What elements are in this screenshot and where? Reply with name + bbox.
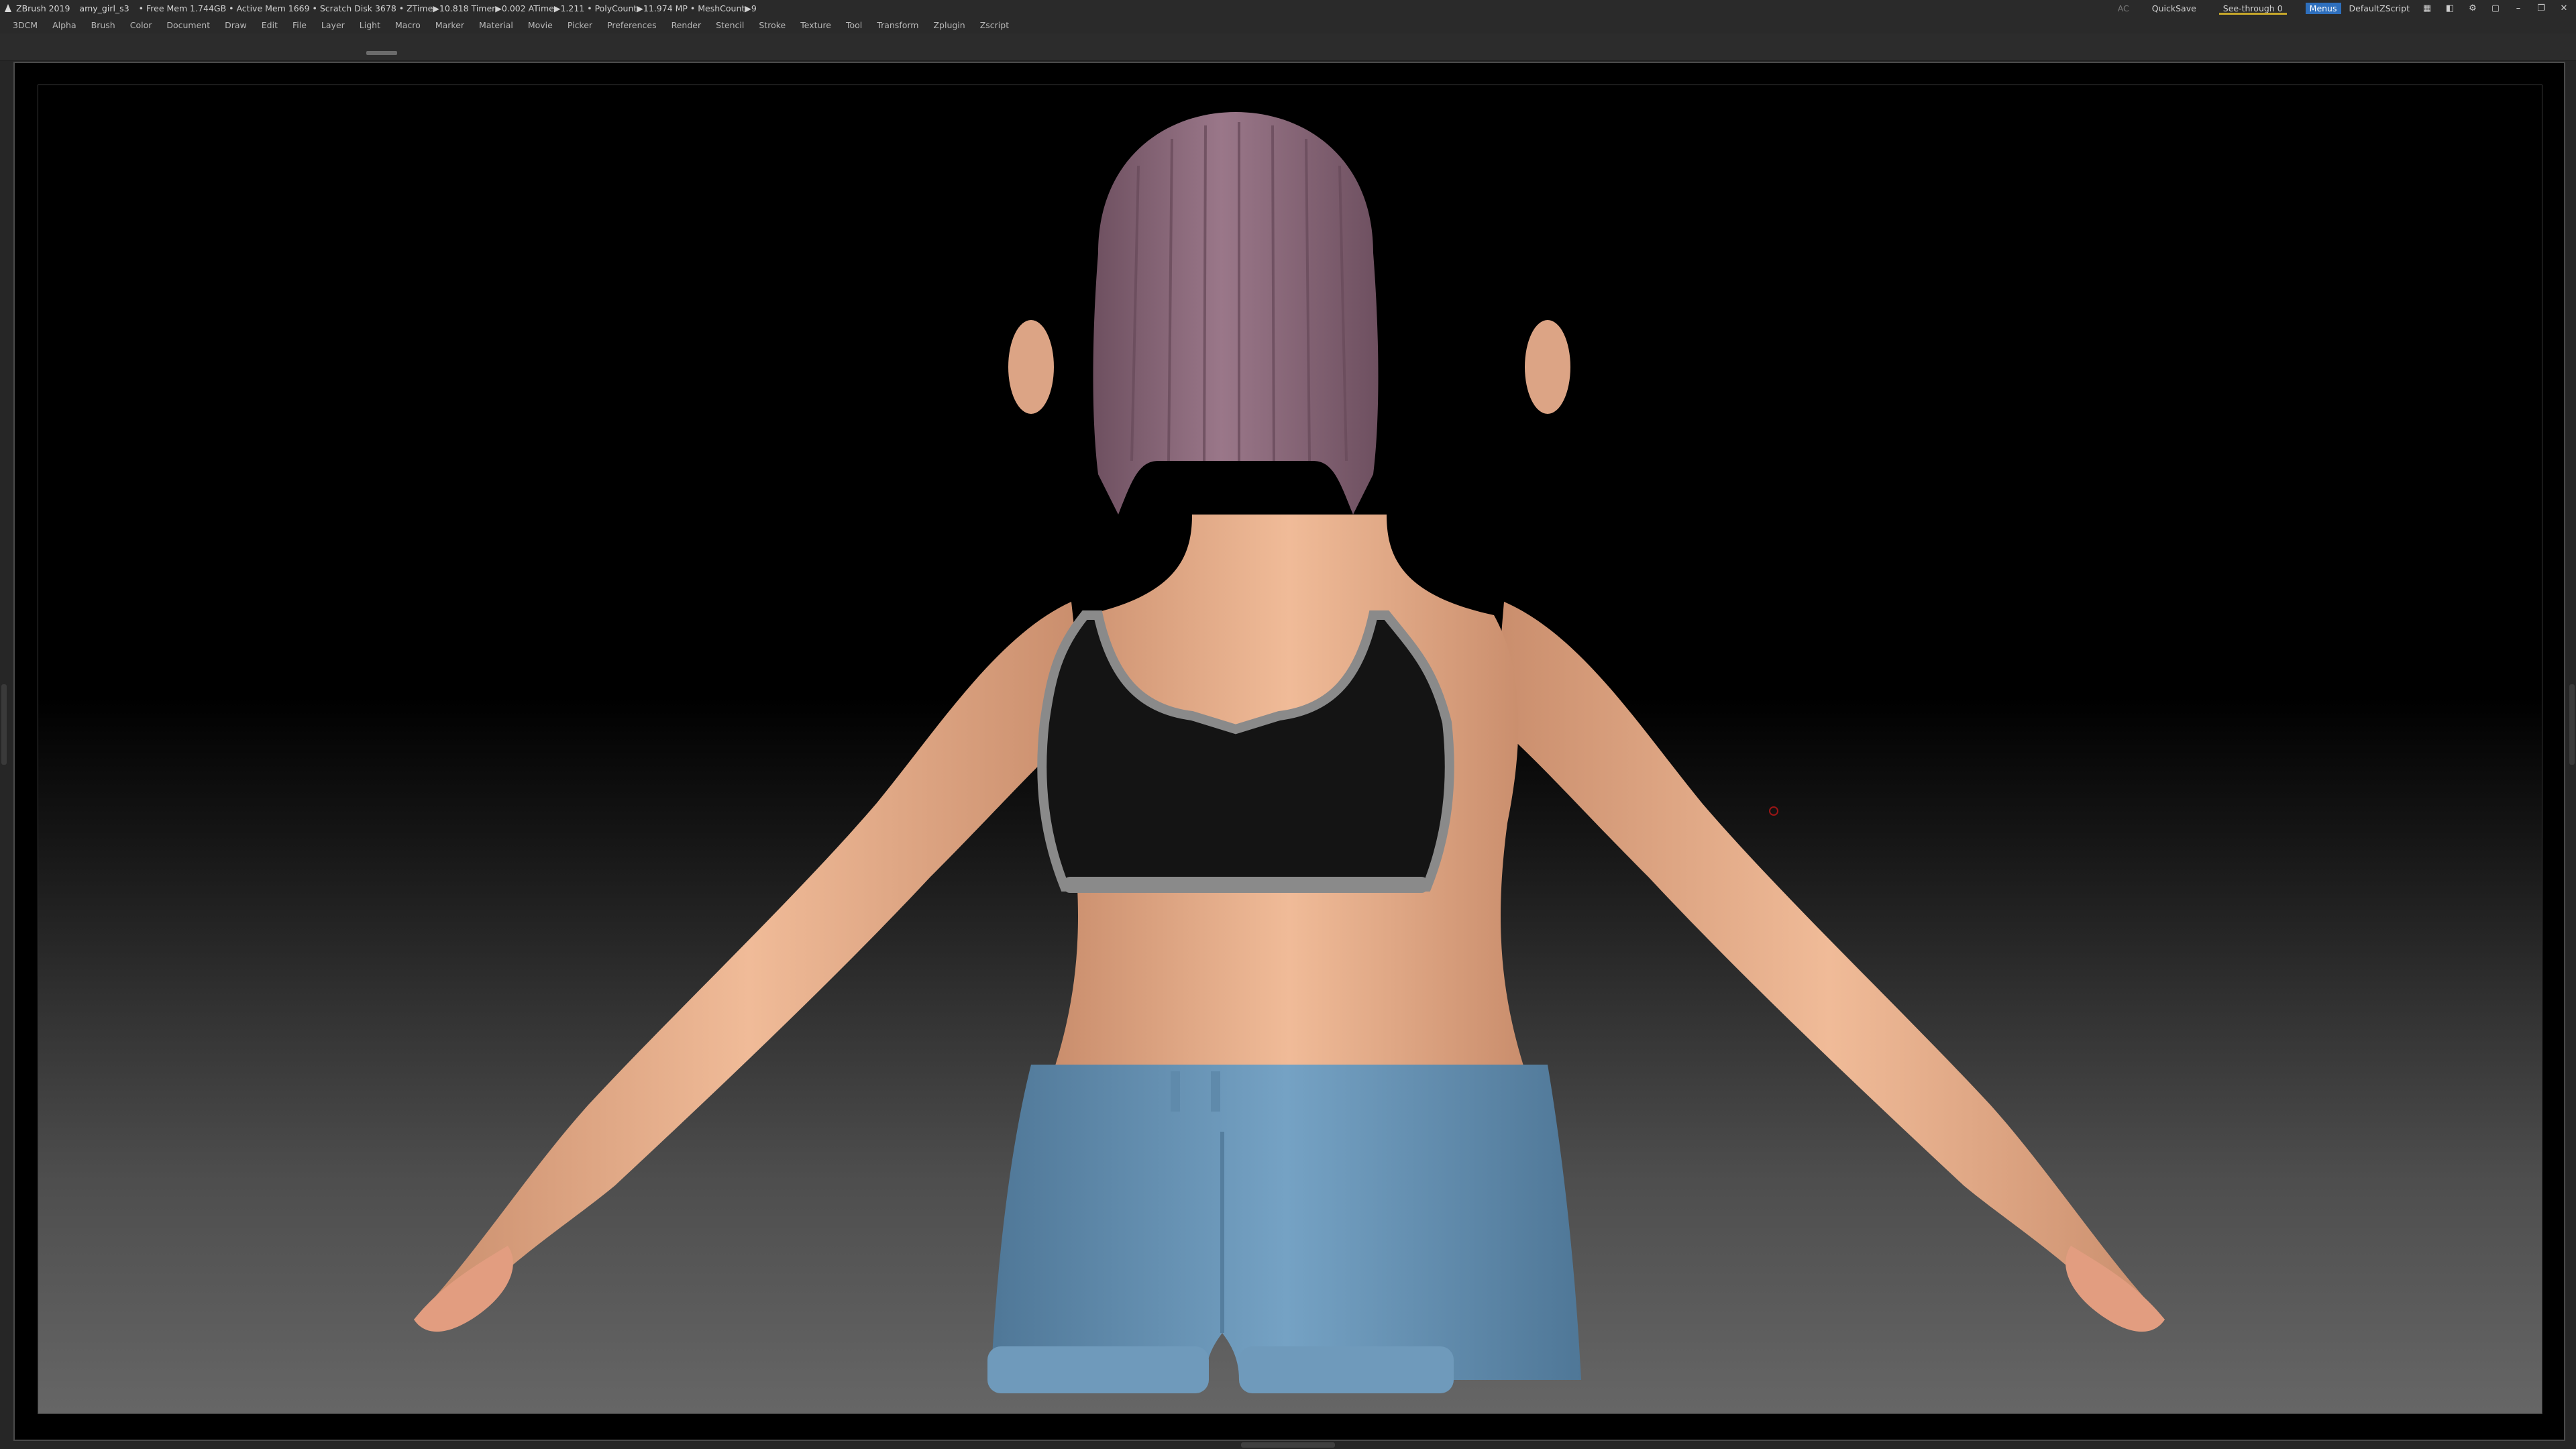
- minimize-icon[interactable]: –: [2513, 3, 2524, 13]
- left-tray-handle[interactable]: [1, 684, 7, 765]
- menu-brush[interactable]: Brush: [84, 20, 123, 30]
- menu-color[interactable]: Color: [123, 20, 160, 30]
- menu-alpha[interactable]: Alpha: [45, 20, 84, 30]
- app-name: ZBrush 2019: [16, 3, 70, 13]
- lock-icon[interactable]: ▢: [2490, 3, 2501, 13]
- viewport[interactable]: [38, 85, 2542, 1414]
- palette-icon[interactable]: ◧: [2445, 3, 2455, 13]
- see-through-slider[interactable]: See-through 0: [2218, 3, 2287, 15]
- right-tray-handle[interactable]: [2569, 684, 2575, 765]
- menu-tool[interactable]: Tool: [839, 20, 869, 30]
- layout-icon[interactable]: ▦: [2422, 3, 2432, 13]
- crop-top-band: [1063, 877, 1428, 893]
- menu-stencil[interactable]: Stencil: [708, 20, 751, 30]
- shelf-grip-handle[interactable]: [366, 51, 397, 55]
- belt-loop-right: [1211, 1071, 1220, 1112]
- menus-button[interactable]: Menus: [2305, 2, 2341, 14]
- ac-label[interactable]: AC: [2118, 3, 2129, 13]
- menu-zscript[interactable]: Zscript: [973, 20, 1016, 30]
- bottom-tray-handle[interactable]: [1241, 1442, 1335, 1448]
- menu-document[interactable]: Document: [159, 20, 217, 30]
- menu-layer[interactable]: Layer: [314, 20, 352, 30]
- quicksave-button[interactable]: QuickSave: [2152, 3, 2196, 13]
- menu-edit[interactable]: Edit: [254, 20, 285, 30]
- restore-icon[interactable]: ❐: [2536, 3, 2546, 13]
- shorts-cuff-right: [1239, 1346, 1454, 1393]
- right-arm: [1494, 602, 2165, 1326]
- see-through-bar: [2218, 12, 2287, 15]
- menu-picker[interactable]: Picker: [560, 20, 600, 30]
- title-bar: ZBrush 2019 amy_girl_s3 • Free Mem 1.744…: [0, 0, 2576, 16]
- left-ear: [1008, 320, 1054, 414]
- shorts-cuff-left: [987, 1346, 1209, 1393]
- menu-3dcm[interactable]: 3DCM: [5, 20, 45, 30]
- left-hand: [414, 1246, 513, 1332]
- see-through-label: See-through 0: [2222, 3, 2283, 13]
- right-ear: [1525, 320, 1570, 414]
- shorts: [991, 1065, 1581, 1380]
- status-readout: • Free Mem 1.744GB • Active Mem 1669 • S…: [138, 3, 757, 13]
- title-bar-controls: AC QuickSave See-through 0 Menus Default…: [2095, 0, 2576, 16]
- file-name: amy_girl_s3: [79, 3, 129, 13]
- character-model[interactable]: [38, 85, 2542, 1413]
- left-arm: [414, 602, 1085, 1326]
- menu-marker[interactable]: Marker: [428, 20, 472, 30]
- right-hand: [2065, 1246, 2165, 1332]
- close-icon[interactable]: ✕: [2559, 3, 2569, 13]
- menu-render[interactable]: Render: [664, 20, 709, 30]
- menu-material[interactable]: Material: [472, 20, 521, 30]
- menu-preferences[interactable]: Preferences: [600, 20, 664, 30]
- menu-bar: 3DCM Alpha Brush Color Document Draw Edit File L…: [0, 16, 2576, 34]
- default-zscript-button[interactable]: DefaultZScript: [2349, 3, 2410, 13]
- menu-stroke[interactable]: Stroke: [751, 20, 793, 30]
- menu-zplugin[interactable]: Zplugin: [926, 20, 972, 30]
- menu-movie[interactable]: Movie: [521, 20, 560, 30]
- menu-file[interactable]: File: [285, 20, 314, 30]
- menu-transform[interactable]: Transform: [869, 20, 926, 30]
- zbrush-logo-icon[interactable]: [4, 3, 12, 13]
- document-canvas[interactable]: [13, 62, 2565, 1441]
- cursor-indicator: [1769, 806, 1778, 816]
- menu-texture[interactable]: Texture: [793, 20, 839, 30]
- tool-shelf: [0, 34, 2576, 61]
- gear-icon[interactable]: ⚙: [2467, 3, 2478, 13]
- menu-macro[interactable]: Macro: [388, 20, 428, 30]
- belt-loop-left: [1171, 1071, 1180, 1112]
- menu-draw[interactable]: Draw: [217, 20, 254, 30]
- menu-light[interactable]: Light: [352, 20, 388, 30]
